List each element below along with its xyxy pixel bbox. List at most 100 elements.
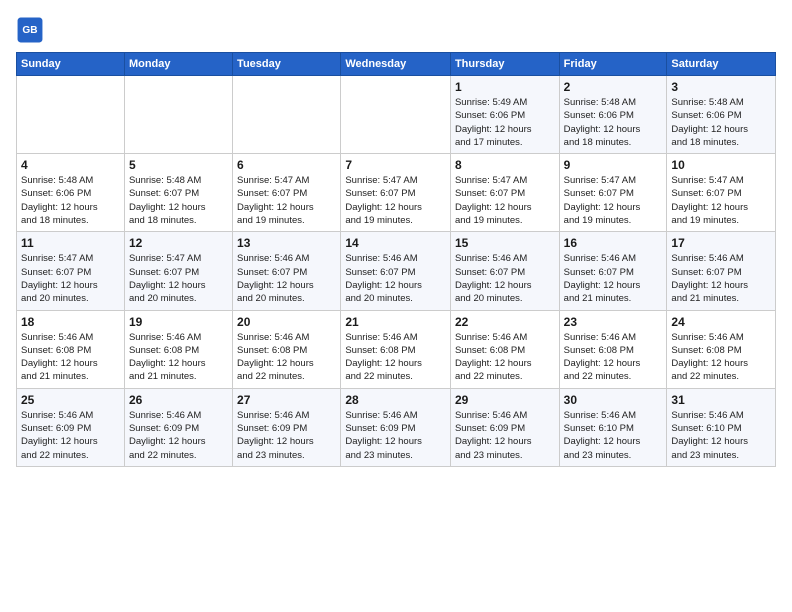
day-cell: 22 Sunrise: 5:46 AM Sunset: 6:08 PM Dayli… [450,310,559,388]
day-info: Sunrise: 5:46 AM Sunset: 6:10 PM Dayligh… [671,409,771,462]
logo-icon: GB [16,16,44,44]
logo: GB [16,16,48,44]
day-info: Sunrise: 5:47 AM Sunset: 6:07 PM Dayligh… [564,174,663,227]
day-info: Sunrise: 5:46 AM Sunset: 6:10 PM Dayligh… [564,409,663,462]
day-cell: 13Sunrise: 5:46 AM Sunset: 6:07 PM Dayli… [233,232,341,310]
day-cell: 8 Sunrise: 5:47 AM Sunset: 6:07 PM Daylig… [450,154,559,232]
day-number: 15 [455,236,555,250]
day-number: 8 [455,158,555,172]
day-number: 16 [564,236,663,250]
day-info: Sunrise: 5:48 AM Sunset: 6:07 PM Dayligh… [129,174,228,227]
day-cell: 7Sunrise: 5:47 AM Sunset: 6:07 PM Daylig… [341,154,451,232]
day-cell: 9 Sunrise: 5:47 AM Sunset: 6:07 PM Daylig… [559,154,667,232]
calendar: SundayMondayTuesdayWednesdayThursdayFrid… [16,52,776,467]
day-cell: 21 Sunrise: 5:46 AM Sunset: 6:08 PM Dayli… [341,310,451,388]
day-cell: 1Sunrise: 5:49 AM Sunset: 6:06 PM Daylig… [450,76,559,154]
day-number: 5 [129,158,228,172]
day-number: 9 [564,158,663,172]
day-info: Sunrise: 5:46 AM Sunset: 6:08 PM Dayligh… [21,331,120,384]
day-number: 24 [671,315,771,329]
day-info: Sunrise: 5:46 AM Sunset: 6:08 PM Dayligh… [345,331,446,384]
day-number: 4 [21,158,120,172]
day-info: Sunrise: 5:46 AM Sunset: 6:08 PM Dayligh… [129,331,228,384]
dow-header-wednesday: Wednesday [341,53,451,76]
day-cell: 6Sunrise: 5:47 AM Sunset: 6:07 PM Daylig… [233,154,341,232]
calendar-body: 1Sunrise: 5:49 AM Sunset: 6:06 PM Daylig… [17,76,776,467]
day-number: 21 [345,315,446,329]
dow-header-saturday: Saturday [667,53,776,76]
day-info: Sunrise: 5:46 AM Sunset: 6:07 PM Dayligh… [671,252,771,305]
day-info: Sunrise: 5:47 AM Sunset: 6:07 PM Dayligh… [237,174,336,227]
day-cell [17,76,125,154]
day-number: 1 [455,80,555,94]
day-cell: 29 Sunrise: 5:46 AM Sunset: 6:09 PM Dayli… [450,388,559,466]
day-info: Sunrise: 5:47 AM Sunset: 6:07 PM Dayligh… [345,174,446,227]
day-info: Sunrise: 5:46 AM Sunset: 6:09 PM Dayligh… [345,409,446,462]
day-number: 23 [564,315,663,329]
day-cell: 16 Sunrise: 5:46 AM Sunset: 6:07 PM Dayli… [559,232,667,310]
day-info: Sunrise: 5:46 AM Sunset: 6:08 PM Dayligh… [237,331,336,384]
day-cell: 23Sunrise: 5:46 AM Sunset: 6:08 PM Dayli… [559,310,667,388]
day-cell: 26 Sunrise: 5:46 AM Sunset: 6:09 PM Dayli… [124,388,232,466]
day-cell: 31 Sunrise: 5:46 AM Sunset: 6:10 PM Dayli… [667,388,776,466]
day-info: Sunrise: 5:48 AM Sunset: 6:06 PM Dayligh… [21,174,120,227]
dow-header-thursday: Thursday [450,53,559,76]
day-cell: 17Sunrise: 5:46 AM Sunset: 6:07 PM Dayli… [667,232,776,310]
day-number: 29 [455,393,555,407]
day-number: 19 [129,315,228,329]
dow-header-sunday: Sunday [17,53,125,76]
day-info: Sunrise: 5:46 AM Sunset: 6:08 PM Dayligh… [455,331,555,384]
day-info: Sunrise: 5:46 AM Sunset: 6:09 PM Dayligh… [455,409,555,462]
week-row-1: 1Sunrise: 5:49 AM Sunset: 6:06 PM Daylig… [17,76,776,154]
day-number: 3 [671,80,771,94]
day-cell [341,76,451,154]
day-cell: 30 Sunrise: 5:46 AM Sunset: 6:10 PM Dayli… [559,388,667,466]
day-info: Sunrise: 5:46 AM Sunset: 6:09 PM Dayligh… [129,409,228,462]
day-number: 12 [129,236,228,250]
day-cell: 10 Sunrise: 5:47 AM Sunset: 6:07 PM Dayli… [667,154,776,232]
dow-header-friday: Friday [559,53,667,76]
day-number: 18 [21,315,120,329]
day-number: 14 [345,236,446,250]
day-info: Sunrise: 5:47 AM Sunset: 6:07 PM Dayligh… [455,174,555,227]
header: GB [16,16,776,44]
day-cell: 25Sunrise: 5:46 AM Sunset: 6:09 PM Dayli… [17,388,125,466]
day-number: 10 [671,158,771,172]
day-number: 28 [345,393,446,407]
day-number: 11 [21,236,120,250]
day-cell: 14 Sunrise: 5:46 AM Sunset: 6:07 PM Dayli… [341,232,451,310]
day-cell: 18 Sunrise: 5:46 AM Sunset: 6:08 PM Dayli… [17,310,125,388]
day-number: 26 [129,393,228,407]
day-cell: 2 Sunrise: 5:48 AM Sunset: 6:06 PM Daylig… [559,76,667,154]
day-cell: 15 Sunrise: 5:46 AM Sunset: 6:07 PM Dayli… [450,232,559,310]
day-info: Sunrise: 5:46 AM Sunset: 6:07 PM Dayligh… [237,252,336,305]
day-cell: 19 Sunrise: 5:46 AM Sunset: 6:08 PM Dayli… [124,310,232,388]
day-number: 2 [564,80,663,94]
day-info: Sunrise: 5:47 AM Sunset: 6:07 PM Dayligh… [129,252,228,305]
day-cell: 12 Sunrise: 5:47 AM Sunset: 6:07 PM Dayli… [124,232,232,310]
day-info: Sunrise: 5:46 AM Sunset: 6:09 PM Dayligh… [237,409,336,462]
dow-header-monday: Monday [124,53,232,76]
week-row-3: 11 Sunrise: 5:47 AM Sunset: 6:07 PM Dayli… [17,232,776,310]
day-info: Sunrise: 5:46 AM Sunset: 6:07 PM Dayligh… [455,252,555,305]
svg-text:GB: GB [22,25,37,36]
day-number: 31 [671,393,771,407]
day-info: Sunrise: 5:46 AM Sunset: 6:07 PM Dayligh… [564,252,663,305]
day-cell [233,76,341,154]
day-cell: 24 Sunrise: 5:46 AM Sunset: 6:08 PM Dayli… [667,310,776,388]
day-info: Sunrise: 5:47 AM Sunset: 6:07 PM Dayligh… [671,174,771,227]
day-cell: 4 Sunrise: 5:48 AM Sunset: 6:06 PM Daylig… [17,154,125,232]
day-info: Sunrise: 5:48 AM Sunset: 6:06 PM Dayligh… [564,96,663,149]
day-info: Sunrise: 5:46 AM Sunset: 6:07 PM Dayligh… [345,252,446,305]
day-cell: 3Sunrise: 5:48 AM Sunset: 6:06 PM Daylig… [667,76,776,154]
day-cell: 28 Sunrise: 5:46 AM Sunset: 6:09 PM Dayli… [341,388,451,466]
day-number: 27 [237,393,336,407]
day-info: Sunrise: 5:47 AM Sunset: 6:07 PM Dayligh… [21,252,120,305]
week-row-4: 18 Sunrise: 5:46 AM Sunset: 6:08 PM Dayli… [17,310,776,388]
day-info: Sunrise: 5:46 AM Sunset: 6:08 PM Dayligh… [671,331,771,384]
day-info: Sunrise: 5:46 AM Sunset: 6:09 PM Dayligh… [21,409,120,462]
day-cell: 11 Sunrise: 5:47 AM Sunset: 6:07 PM Dayli… [17,232,125,310]
day-number: 30 [564,393,663,407]
day-number: 22 [455,315,555,329]
week-row-5: 25Sunrise: 5:46 AM Sunset: 6:09 PM Dayli… [17,388,776,466]
